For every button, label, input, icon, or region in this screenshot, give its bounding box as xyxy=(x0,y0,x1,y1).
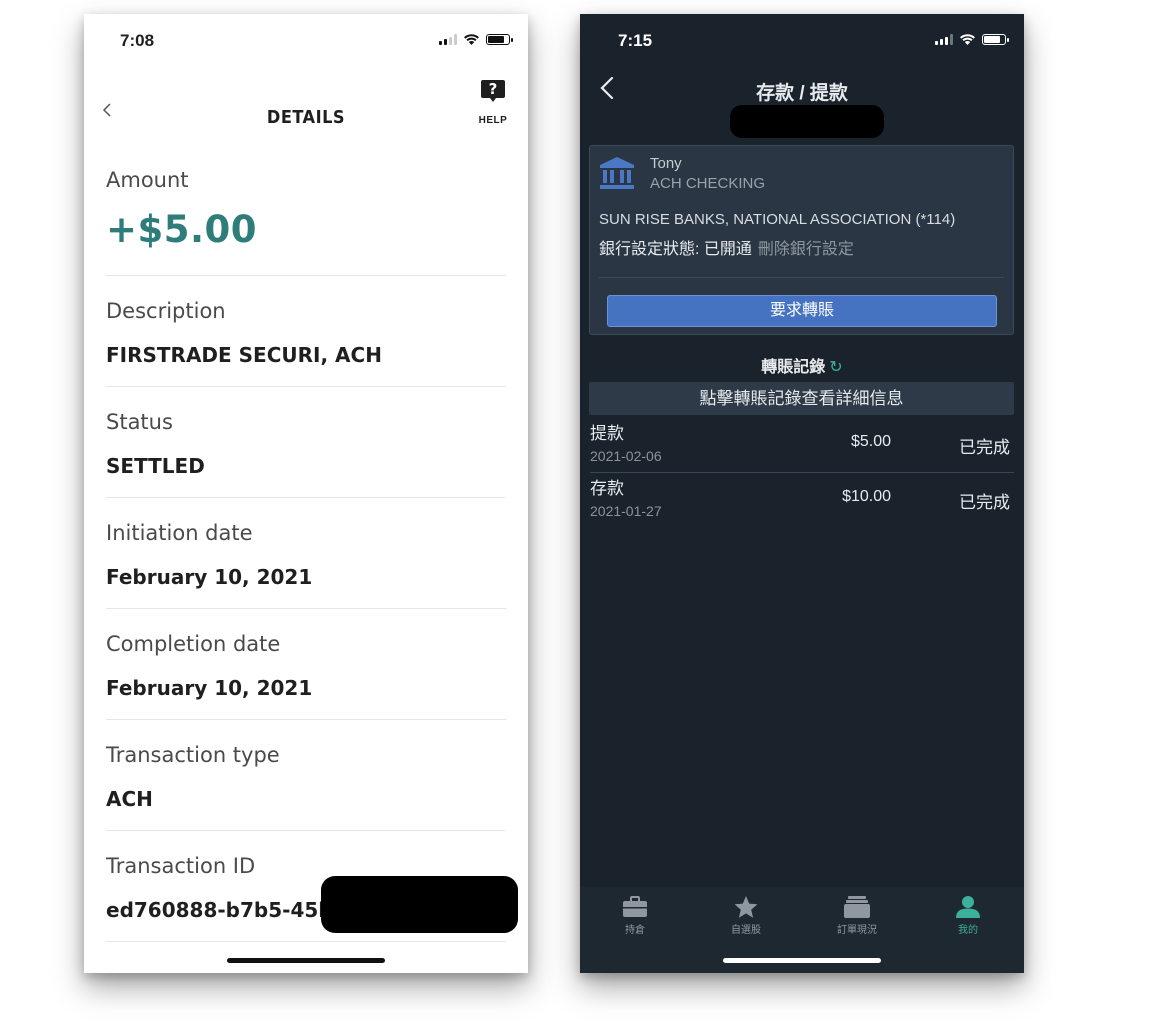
transfer-type: 存款 xyxy=(590,479,624,498)
tab-holdings[interactable]: 持倉 xyxy=(595,895,675,936)
account-holder-name: Tony xyxy=(650,155,682,172)
cellular-signal-icon xyxy=(935,33,953,45)
divider xyxy=(599,277,1004,278)
status-bar: 7:15 xyxy=(580,14,1024,66)
transfer-type: 提款 xyxy=(590,424,624,443)
divider xyxy=(590,471,1014,473)
svg-text:?: ? xyxy=(489,80,498,98)
status-icons xyxy=(935,33,1009,45)
help-button[interactable]: ? HELP xyxy=(478,78,508,126)
transaction-id-label: Transaction ID xyxy=(106,854,256,878)
battery-icon xyxy=(486,33,513,45)
completion-date-value: February 10, 2021 xyxy=(106,676,313,700)
transfer-amount: $5.00 xyxy=(850,433,891,450)
cellular-signal-icon xyxy=(439,33,457,45)
transaction-type-label: Transaction type xyxy=(106,743,280,767)
status-section: Status SETTLED xyxy=(106,410,506,498)
delete-bank-link[interactable]: 刪除銀行設定 xyxy=(758,241,854,258)
initiation-date-section: Initiation date February 10, 2021 xyxy=(106,521,506,609)
refresh-icon[interactable]: ↻ xyxy=(829,359,842,376)
briefcase-icon xyxy=(623,896,647,917)
amount-label: Amount xyxy=(106,168,189,192)
right-phone-screen: 7:15 存款 / 提款 Tony ACH CHECKING SUN RISE … xyxy=(580,14,1024,973)
redaction-box xyxy=(321,876,518,933)
status-bar: 7:08 xyxy=(84,14,528,66)
transfer-status: 已完成 xyxy=(959,438,1010,457)
bank-setup-status: 銀行設定狀態: 已開通 刪除銀行設定 xyxy=(599,235,854,259)
status-label: Status xyxy=(106,410,173,434)
description-label: Description xyxy=(106,299,226,323)
transfer-amount: $10.00 xyxy=(842,488,891,505)
transfer-row[interactable]: 存款 2021-01-27 $10.00 已完成 xyxy=(590,474,1014,528)
request-transfer-button[interactable]: 要求轉賬 xyxy=(607,295,997,327)
left-phone-screen: 7:08 DETAILS ? HELP Amount +$5.00 Descri… xyxy=(84,14,528,973)
tab-orders[interactable]: 訂單現況 xyxy=(817,895,897,936)
amount-section: Amount +$5.00 xyxy=(106,168,506,276)
initiation-date-label: Initiation date xyxy=(106,521,253,545)
tab-watchlist[interactable]: 自選股 xyxy=(706,895,786,936)
account-type: ACH CHECKING xyxy=(650,175,766,192)
tab-label: 我的 xyxy=(958,925,978,936)
bank-account-card: Tony ACH CHECKING SUN RISE BANKS, NATION… xyxy=(589,145,1014,335)
transfer-history-title: 轉賬記錄 ↻ xyxy=(580,353,1024,377)
transaction-type-value: ACH xyxy=(106,787,153,811)
details-header: DETAILS ? HELP xyxy=(84,76,528,136)
tab-profile[interactable]: 我的 xyxy=(928,895,1008,936)
page-title: DETAILS xyxy=(266,107,346,128)
help-label: HELP xyxy=(478,115,508,126)
completion-date-section: Completion date February 10, 2021 xyxy=(106,632,506,720)
transfer-status: 已完成 xyxy=(959,493,1010,512)
initiation-date-value: February 10, 2021 xyxy=(106,565,313,589)
completion-date-label: Completion date xyxy=(106,632,281,656)
wifi-icon xyxy=(960,34,975,45)
status-value: SETTLED xyxy=(106,454,205,478)
status-icons xyxy=(439,33,513,45)
transfer-row[interactable]: 提款 2021-02-06 $5.00 已完成 xyxy=(590,419,1014,473)
tab-label: 持倉 xyxy=(625,925,645,936)
bank-building-icon xyxy=(600,157,634,189)
person-icon xyxy=(956,896,980,918)
tab-label: 自選股 xyxy=(731,925,761,936)
transfer-date: 2021-02-06 xyxy=(590,448,662,464)
page-title: 存款 / 提款 xyxy=(756,83,848,104)
wifi-icon xyxy=(464,34,479,45)
status-time: 7:08 xyxy=(120,31,155,50)
history-hint-banner: 點擊轉賬記錄查看詳細信息 xyxy=(589,382,1014,415)
bank-institution: SUN RISE BANKS, NATIONAL ASSOCIATION (*1… xyxy=(599,211,956,228)
description-value: FIRSTRADE SECURI, ACH xyxy=(106,343,382,367)
redaction-box xyxy=(730,105,884,138)
orders-stack-icon xyxy=(844,896,870,918)
tab-label: 訂單現況 xyxy=(837,925,877,936)
battery-icon xyxy=(982,33,1009,45)
home-indicator[interactable] xyxy=(723,958,881,963)
history-title-text: 轉賬記錄 xyxy=(761,359,826,376)
help-question-icon: ? xyxy=(481,80,505,102)
description-section: Description FIRSTRADE SECURI, ACH xyxy=(106,299,506,387)
bank-status-text: 銀行設定狀態: 已開通 xyxy=(599,241,752,258)
transaction-type-section: Transaction type ACH xyxy=(106,743,506,831)
star-icon xyxy=(734,896,758,918)
transfer-date: 2021-01-27 xyxy=(590,503,662,519)
home-indicator[interactable] xyxy=(227,958,385,963)
status-time: 7:15 xyxy=(618,31,653,50)
amount-value: +$5.00 xyxy=(106,208,258,251)
